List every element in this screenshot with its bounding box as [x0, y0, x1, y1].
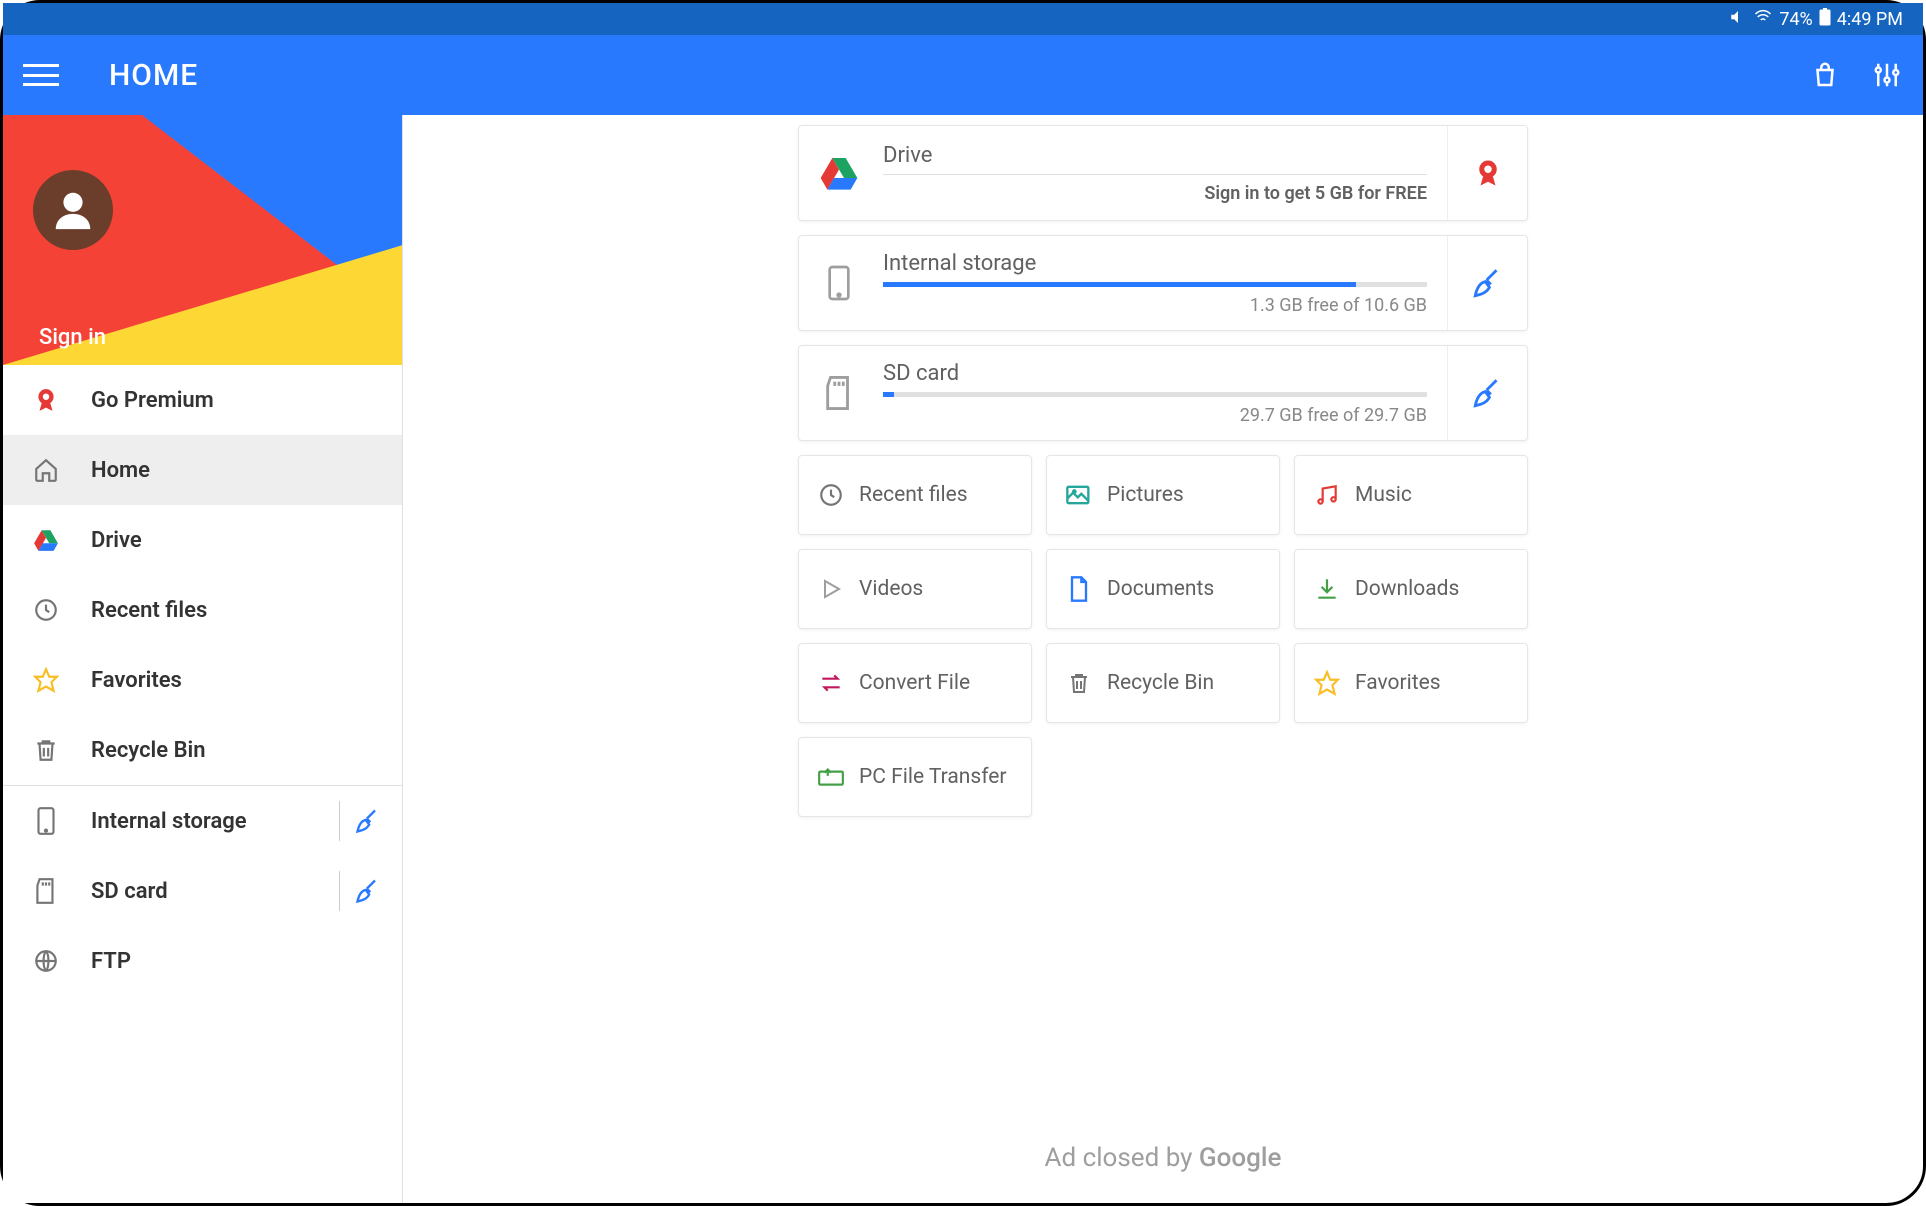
internal-storage-card[interactable]: Internal storage 1.3 GB free of 10.6 GB — [798, 235, 1528, 331]
nav-label: Go Premium — [91, 388, 214, 413]
tile-label: Documents — [1107, 577, 1214, 601]
pictures-icon — [1065, 481, 1093, 509]
drive-icon — [31, 525, 61, 555]
clean-sd-button[interactable] — [339, 871, 382, 911]
nav-recycle-bin[interactable]: Recycle Bin — [3, 715, 402, 785]
phone-icon — [819, 263, 859, 303]
tile-label: Music — [1355, 483, 1412, 507]
tile-documents[interactable]: Documents — [1046, 549, 1280, 629]
nav-label: Recent files — [91, 598, 207, 623]
home-icon — [31, 455, 61, 485]
tile-label: Videos — [859, 577, 923, 601]
tile-music[interactable]: Music — [1294, 455, 1528, 535]
nav-home[interactable]: Home — [3, 435, 402, 505]
storage-title: Internal storage — [883, 251, 1427, 276]
music-icon — [1313, 481, 1341, 509]
clock-icon — [31, 595, 61, 625]
premium-badge-icon — [31, 385, 61, 415]
nav-ftp[interactable]: FTP — [3, 926, 402, 996]
phone-icon — [31, 806, 61, 836]
clean-sd-button[interactable] — [1447, 346, 1527, 440]
battery-icon — [1819, 8, 1831, 31]
tile-label: Favorites — [1355, 671, 1441, 695]
drive-premium-button[interactable] — [1447, 126, 1527, 220]
globe-icon — [31, 946, 61, 976]
play-icon — [817, 575, 845, 603]
download-icon — [1313, 575, 1341, 603]
drawer-header: Sign in — [3, 115, 402, 365]
nav-label: FTP — [91, 949, 131, 974]
storage-subtitle: 29.7 GB free of 29.7 GB — [883, 405, 1427, 426]
sd-card-icon — [819, 373, 859, 413]
storage-subtitle: Sign in to get 5 GB for FREE — [883, 183, 1427, 204]
nav-favorites[interactable]: Favorites — [3, 645, 402, 715]
drive-card[interactable]: Drive Sign in to get 5 GB for FREE — [798, 125, 1528, 221]
hamburger-icon[interactable] — [23, 64, 59, 86]
drive-icon — [819, 153, 859, 193]
nav-label: Internal storage — [91, 809, 247, 834]
trash-icon — [31, 735, 61, 765]
convert-icon — [817, 669, 845, 697]
app-bar: HOME — [3, 35, 1923, 115]
nav-label: Recycle Bin — [91, 738, 206, 763]
storage-fill — [883, 392, 894, 397]
tile-label: Downloads — [1355, 577, 1459, 601]
storage-fill — [883, 282, 1356, 287]
mute-icon — [1729, 8, 1747, 31]
tile-label: Convert File — [859, 671, 970, 695]
nav-label: Favorites — [91, 668, 182, 693]
nav-recent[interactable]: Recent files — [3, 575, 402, 645]
star-icon — [1313, 669, 1341, 697]
tile-pc-file-transfer[interactable]: PC File Transfer — [798, 737, 1032, 817]
pc-transfer-icon — [817, 763, 845, 791]
wifi-icon — [1753, 8, 1773, 31]
clean-internal-button[interactable] — [1447, 236, 1527, 330]
star-icon — [31, 665, 61, 695]
storage-title: SD card — [883, 361, 1427, 386]
sd-card-card[interactable]: SD card 29.7 GB free of 29.7 GB — [798, 345, 1528, 441]
nav-drawer: Sign in Go Premium Home Drive Recent fil… — [3, 115, 403, 1203]
main-content: Drive Sign in to get 5 GB for FREE Inter… — [403, 115, 1923, 1203]
ad-closed-label: Ad closed by Google — [403, 1143, 1923, 1173]
clock-icon — [817, 481, 845, 509]
avatar[interactable] — [33, 170, 113, 250]
tile-label: Pictures — [1107, 483, 1184, 507]
nav-label: Home — [91, 458, 150, 483]
storage-title: Drive — [883, 143, 1427, 168]
nav-label: SD card — [91, 879, 168, 904]
sd-card-icon — [31, 876, 61, 906]
nav-label: Drive — [91, 528, 142, 553]
sign-in-link[interactable]: Sign in — [39, 325, 106, 350]
clean-internal-button[interactable] — [339, 801, 382, 841]
tile-label: Recycle Bin — [1107, 671, 1214, 695]
page-title: HOME — [109, 58, 198, 93]
nav-drive[interactable]: Drive — [3, 505, 402, 575]
tile-videos[interactable]: Videos — [798, 549, 1032, 629]
document-icon — [1065, 575, 1093, 603]
tile-downloads[interactable]: Downloads — [1294, 549, 1528, 629]
storage-subtitle: 1.3 GB free of 10.6 GB — [883, 295, 1427, 316]
tile-label: PC File Transfer — [859, 765, 1007, 789]
nav-internal-storage[interactable]: Internal storage — [3, 786, 402, 856]
clock: 4:49 PM — [1837, 9, 1903, 30]
tile-label: Recent files — [859, 483, 968, 507]
settings-sliders-icon[interactable] — [1871, 59, 1903, 91]
nav-go-premium[interactable]: Go Premium — [3, 365, 402, 435]
tile-recent-files[interactable]: Recent files — [798, 455, 1032, 535]
trash-icon — [1065, 669, 1093, 697]
battery-percent: 74% — [1779, 9, 1812, 30]
tile-pictures[interactable]: Pictures — [1046, 455, 1280, 535]
tile-convert-file[interactable]: Convert File — [798, 643, 1032, 723]
shop-icon[interactable] — [1809, 59, 1841, 91]
nav-sd-card[interactable]: SD card — [3, 856, 402, 926]
android-status-bar: 74% 4:49 PM — [3, 3, 1923, 35]
tile-favorites[interactable]: Favorites — [1294, 643, 1528, 723]
tile-recycle-bin[interactable]: Recycle Bin — [1046, 643, 1280, 723]
